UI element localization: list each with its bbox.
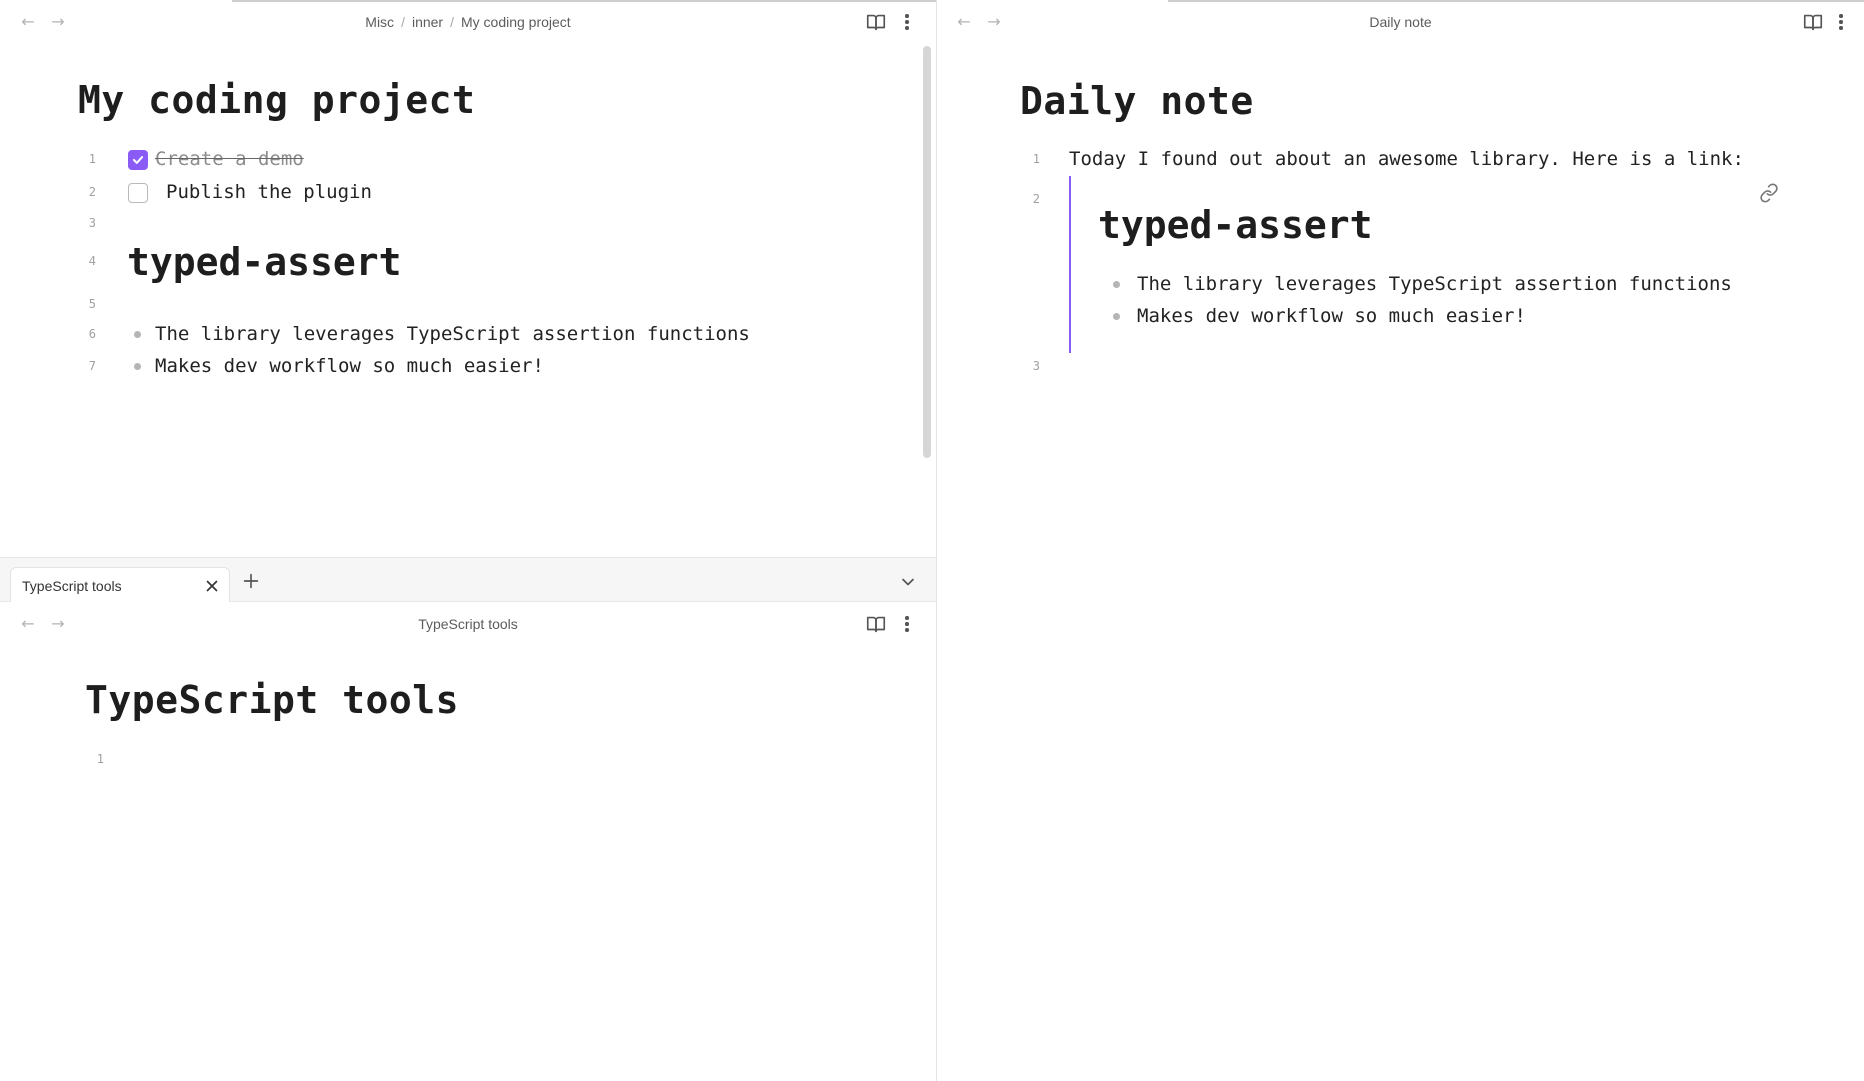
- more-vertical-icon[interactable]: [896, 614, 918, 636]
- book-open-icon[interactable]: [865, 613, 887, 635]
- paragraph-text[interactable]: Today I found out about an awesome libra…: [1069, 148, 1744, 170]
- tab-typescript-tools[interactable]: TypeScript tools: [10, 567, 230, 603]
- task-text-done[interactable]: Create a demo: [155, 148, 304, 170]
- list-bullet: [134, 331, 141, 338]
- list-item[interactable]: Makes dev workflow so much easier!: [155, 355, 544, 377]
- embed-list-item: The library leverages TypeScript asserti…: [1137, 273, 1732, 295]
- view-header: ← → Daily note: [937, 0, 1864, 44]
- line-number: 7: [88, 359, 96, 373]
- line-number: 1: [96, 752, 104, 766]
- breadcrumb-separator: /: [450, 14, 454, 30]
- note-title[interactable]: TypeScript tools: [85, 678, 459, 722]
- task-text[interactable]: Publish the plugin: [166, 181, 372, 203]
- line-number: 2: [1032, 192, 1040, 206]
- book-open-icon[interactable]: [865, 11, 887, 33]
- view-title[interactable]: TypeScript tools: [0, 602, 936, 646]
- note-title[interactable]: Daily note: [1020, 79, 1254, 123]
- task-checkbox[interactable]: [128, 183, 148, 203]
- breadcrumb-item-current[interactable]: My coding project: [461, 14, 571, 30]
- editor-pane-my-coding-project: ← → Misc / inner / My coding project My codi…: [0, 0, 936, 557]
- plus-icon[interactable]: [240, 570, 262, 592]
- heading-typed-assert[interactable]: typed-assert: [127, 240, 402, 284]
- line-number: 6: [88, 327, 96, 341]
- list-bullet: [1113, 281, 1120, 288]
- line-number: 3: [88, 216, 96, 230]
- line-number: 2: [88, 185, 96, 199]
- list-item[interactable]: The library leverages TypeScript asserti…: [155, 323, 750, 345]
- line-number: 4: [88, 254, 96, 268]
- line-number: 3: [1032, 359, 1040, 373]
- breadcrumb-item[interactable]: inner: [412, 14, 443, 30]
- more-vertical-icon[interactable]: [896, 12, 918, 34]
- note-title[interactable]: My coding project: [78, 78, 475, 122]
- close-icon[interactable]: [203, 577, 221, 595]
- tab-label: TypeScript tools: [22, 578, 122, 594]
- check-icon: [132, 156, 144, 164]
- breadcrumb-item[interactable]: Misc: [365, 14, 394, 30]
- more-vertical-icon[interactable]: [1830, 12, 1852, 34]
- line-number: 1: [1032, 152, 1040, 166]
- view-header: ← → TypeScript tools: [0, 602, 936, 646]
- view-header: ← → Misc / inner / My coding project: [0, 0, 936, 44]
- tab-bar: TypeScript tools: [0, 557, 936, 603]
- book-open-icon[interactable]: [1802, 11, 1824, 33]
- line-number: 5: [88, 297, 96, 311]
- chevron-down-icon[interactable]: [898, 572, 918, 592]
- task-checkbox-checked[interactable]: [128, 150, 148, 170]
- breadcrumb: Misc / inner / My coding project: [0, 0, 936, 44]
- view-title[interactable]: Daily note: [937, 0, 1864, 44]
- breadcrumb-separator: /: [401, 14, 405, 30]
- list-bullet: [1113, 313, 1120, 320]
- list-bullet: [134, 363, 141, 370]
- line-number: 1: [88, 152, 96, 166]
- embed-heading: typed-assert: [1098, 203, 1373, 247]
- embed-list-item: Makes dev workflow so much easier!: [1137, 305, 1526, 327]
- scrollbar-thumb[interactable]: [923, 46, 931, 458]
- editor-pane-typescript-tools: ← → TypeScript tools TypeScript tools 1: [0, 602, 936, 1081]
- link-icon[interactable]: [1759, 183, 1779, 203]
